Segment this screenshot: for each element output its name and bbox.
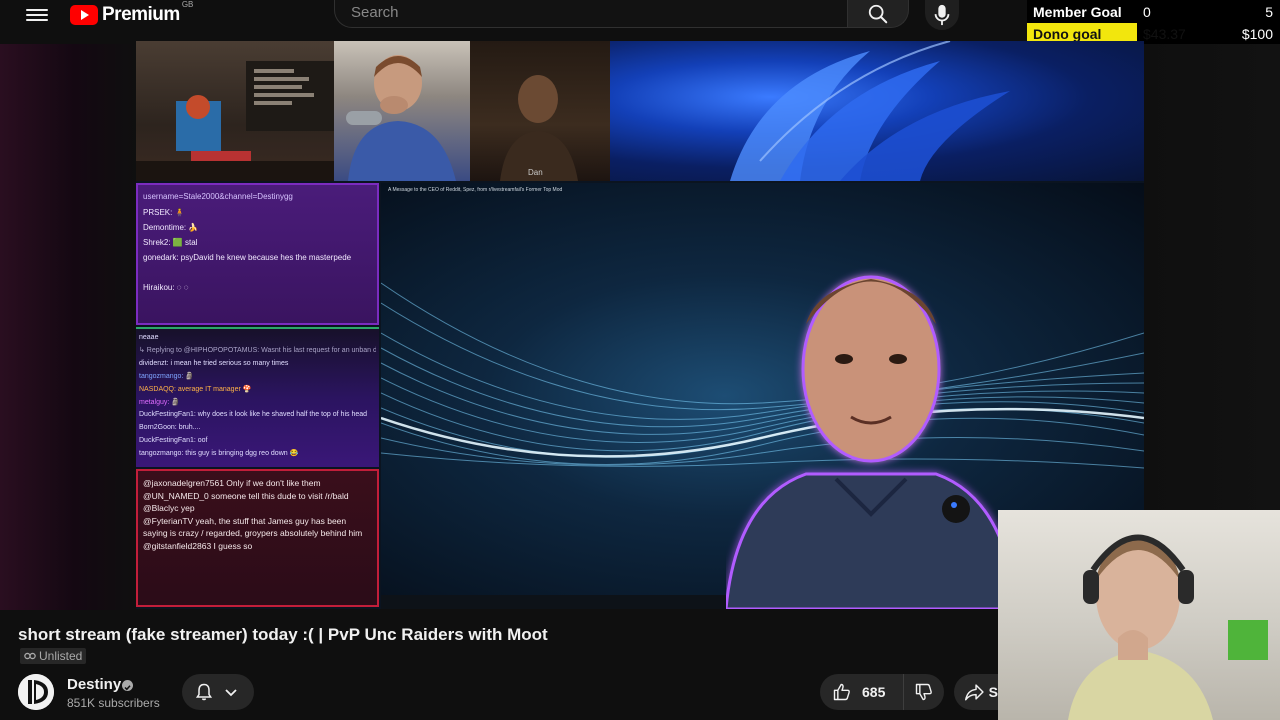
subscribed-notifications-button[interactable] — [182, 674, 254, 710]
visibility-label: Unlisted — [39, 649, 83, 663]
member-goal-target: 5 — [1265, 4, 1273, 20]
member-goal-current: 0 — [1143, 4, 1151, 20]
chat-message: tangozmango: 🗿 — [139, 373, 195, 380]
streamer-webcam — [998, 510, 1280, 720]
share-icon — [964, 684, 984, 701]
visibility-badge: Unlisted — [20, 648, 87, 664]
chat-message: gonedark: psyDavid he knew because hes t… — [143, 253, 352, 262]
chat-message: Shrek2: 🟩 stal — [143, 238, 198, 247]
like-count: 685 — [862, 684, 886, 700]
chat-panel-dgg: username=Stale2000&channel=Destinygg PRS… — [136, 183, 379, 325]
logo-text: Premium — [102, 4, 180, 25]
hamburger-icon[interactable] — [26, 4, 48, 26]
subscriber-count: 851K subscribers — [67, 696, 160, 710]
stream-goals-overlay: Member Goal 0 5 Dono goal $43.37 $100 — [1027, 0, 1280, 45]
dono-goal-target: $100 — [1241, 26, 1273, 42]
stream-camera-strip: Dan — [136, 41, 1144, 181]
chat-message: @Blaclyc yep — [143, 503, 195, 514]
ambient-glow-right — [1144, 44, 1280, 510]
voice-search-button[interactable] — [925, 0, 959, 30]
chat-message: Demontime: 🍌 — [143, 223, 199, 232]
chat-message: @jaxonadelgren7561 Only if we don't like… — [143, 478, 321, 488]
chat-panel-header: username=Stale2000&channel=Destinygg — [143, 192, 293, 201]
chat-message: Hiraikou: ◌ ◌ — [143, 283, 189, 292]
like-dislike-group: 685 — [820, 674, 944, 710]
chat-message: PRSEK: 🧍 — [143, 208, 185, 217]
channel-avatar[interactable] — [18, 674, 54, 710]
chat-message: tangozmango: this guy is bringing dgg re… — [139, 450, 299, 457]
share-button[interactable]: S — [954, 674, 998, 710]
dislike-button[interactable] — [904, 674, 944, 710]
mic-icon — [934, 4, 950, 26]
logo-region: GB — [181, 0, 194, 9]
studio-room-feed — [136, 41, 336, 181]
member-goal-label: Member Goal — [1033, 4, 1122, 20]
thumbs-down-icon — [915, 683, 932, 701]
member-goal-row: Member Goal 0 5 — [1027, 1, 1280, 23]
chat-message — [143, 265, 372, 280]
ambient-glow-left — [0, 44, 136, 610]
chat-message: NASDAQQ: average IT manager 🍄 — [139, 386, 252, 393]
youtube-play-icon — [70, 5, 98, 25]
video-player[interactable]: Dan username=Stale2000&channel=Destinygg… — [136, 41, 1144, 609]
verified-check-icon — [122, 680, 133, 691]
share-label: S — [988, 684, 998, 700]
search-icon — [868, 4, 888, 23]
presenter-figure — [726, 275, 1016, 609]
chat-message: DuckFestingFan1: oof — [139, 437, 208, 444]
chat-message: Born2Goon: bruh.... — [139, 424, 201, 431]
chat-panel-youtube: @jaxonadelgren7561 Only if we don't like… — [136, 469, 379, 607]
thumbs-up-icon — [833, 683, 850, 701]
chat-panel-twitch: neaae ↳ Replying to @HIPHOPOPOTAMUS: Was… — [136, 327, 379, 467]
chat-message: @FyterianTV yeah, the stuff that James g… — [143, 515, 363, 539]
guest-camera-feed — [470, 41, 610, 181]
guest-name-label: Dan — [528, 168, 543, 177]
desktop-window-title: A Message to the CEO of Reddit, Spez, fr… — [388, 187, 563, 193]
chat-message: DuckFestingFan1: why does it look like h… — [139, 411, 368, 418]
search-button[interactable] — [847, 0, 909, 28]
chat-message: metalguy: 🗿 — [139, 399, 181, 406]
link-icon — [24, 652, 36, 660]
search-input[interactable]: Search — [334, 0, 848, 28]
chat-reply-context: ↳ Replying to @HIPHOPOPOTAMUS: Wasnt his… — [139, 347, 376, 354]
chat-message: dividenzt: i mean he tried serious so ma… — [139, 360, 289, 367]
channel-name[interactable]: Destiny — [67, 676, 121, 693]
chat-message: neaae — [139, 334, 159, 341]
host-camera-feed — [334, 41, 470, 181]
youtube-watch-page: Premium GB Search Member Goal 0 5 Dono g… — [0, 0, 1280, 720]
video-title: short stream (fake streamer) today :( | … — [18, 625, 548, 644]
like-button[interactable]: 685 — [820, 674, 904, 710]
bell-icon — [195, 683, 213, 701]
chat-message: @gitstanfield2863 I guess so — [143, 540, 253, 551]
chevron-down-icon — [225, 689, 237, 697]
dono-goal-current: $43.37 — [1143, 26, 1186, 42]
chat-message: @UN_NAMED_0 someone tell this dude to vi… — [143, 490, 349, 501]
youtube-premium-logo[interactable]: Premium GB — [70, 0, 193, 26]
dono-goal-label: Dono goal — [1033, 26, 1102, 42]
wallpaper-petals — [730, 41, 1010, 181]
